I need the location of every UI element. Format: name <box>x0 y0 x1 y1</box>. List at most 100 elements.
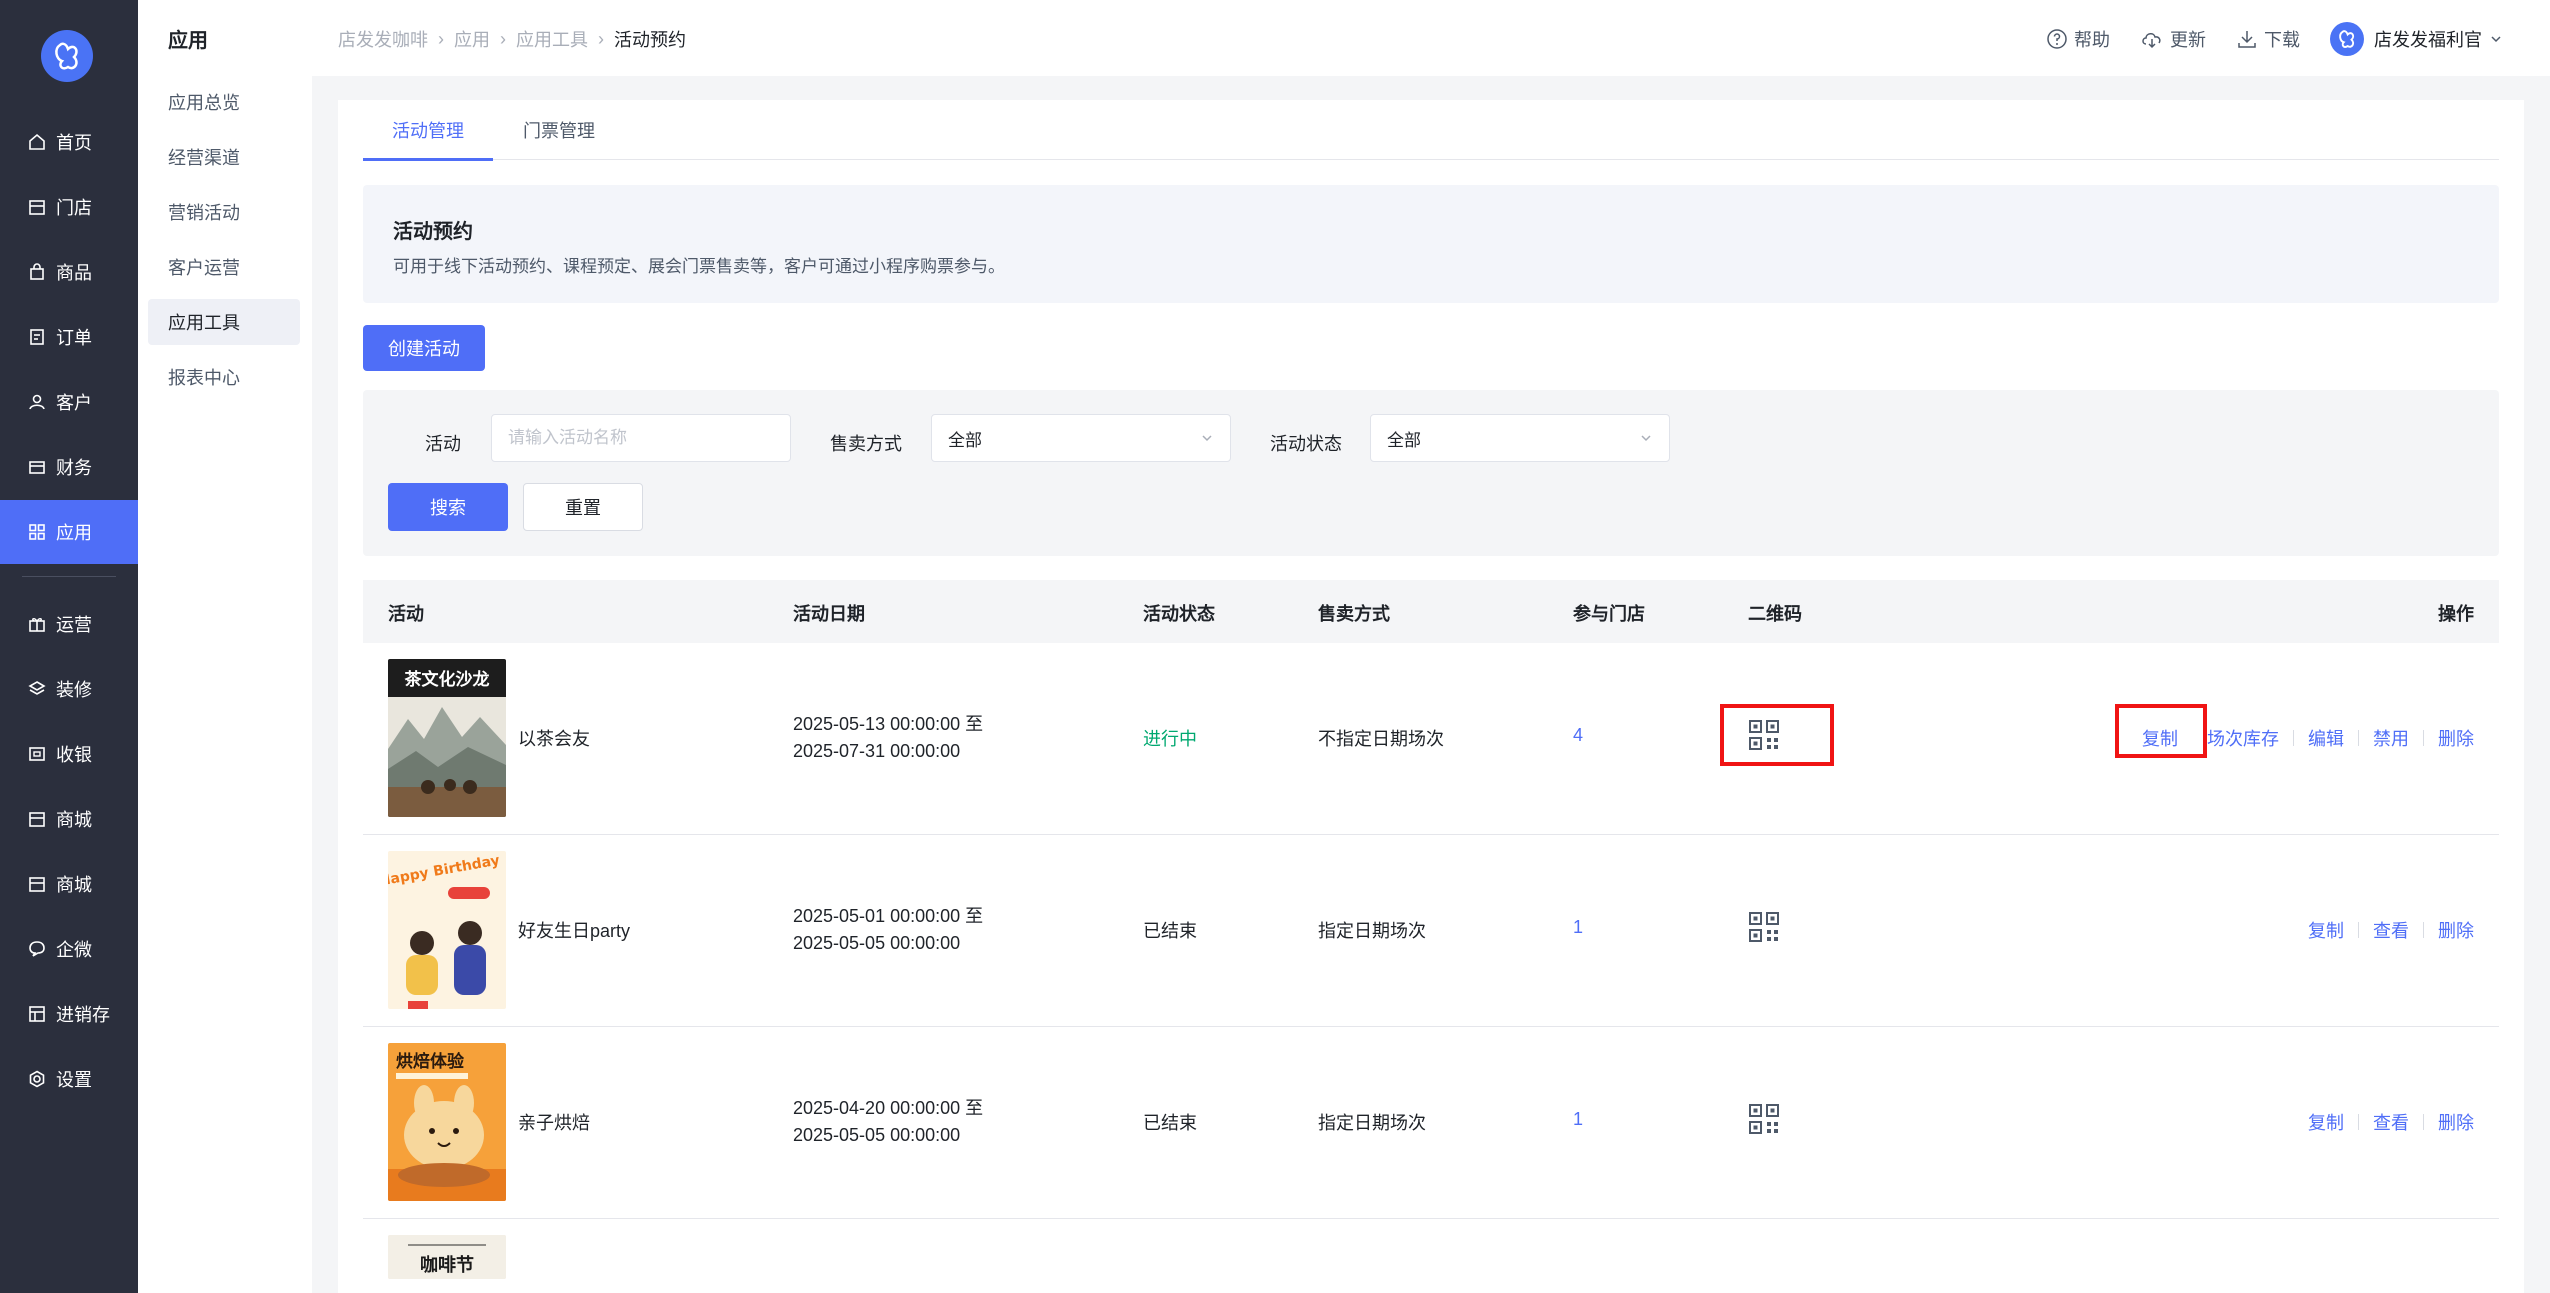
sale-method-select[interactable]: 全部 <box>931 414 1231 462</box>
order-icon <box>28 328 46 346</box>
reset-button[interactable]: 重置 <box>523 483 643 531</box>
nav-orders[interactable]: 订单 <box>0 305 138 369</box>
nav-operations[interactable]: 运营 <box>0 592 138 656</box>
view-button[interactable]: 查看 <box>2373 1109 2409 1135</box>
nav-settings[interactable]: 设置 <box>0 1047 138 1111</box>
chat-icon <box>28 940 46 958</box>
apps-icon <box>28 523 46 541</box>
chevron-right-icon: › <box>598 28 604 49</box>
date-start: 2025-05-13 00:00:00 至 <box>793 714 984 734</box>
nav-decorate[interactable]: 装修 <box>0 657 138 721</box>
activity-table: 活动 活动日期 活动状态 售卖方式 参与门店 二维码 操作 茶文化沙龙 以茶会友… <box>363 580 2499 1279</box>
nav-wecom[interactable]: 企微 <box>0 917 138 981</box>
subnav-item-channels[interactable]: 经营渠道 <box>148 134 300 180</box>
status-badge: 已结束 <box>1143 921 1197 941</box>
activity-filter-label: 活动 <box>425 434 461 454</box>
nav-label: 应用 <box>56 523 92 543</box>
chevron-down-icon <box>1202 435 1212 442</box>
avatar <box>2330 22 2364 56</box>
nav-label: 客户 <box>56 393 92 413</box>
app-logo[interactable] <box>41 30 93 82</box>
column-header: 参与门店 <box>1573 604 1645 624</box>
action-separator <box>2423 922 2424 938</box>
intro-description: 可用于线下活动预约、课程预定、展会门票售卖等，客户可通过小程序购票参与。 <box>393 257 1005 276</box>
subnav-item-overview[interactable]: 应用总览 <box>148 79 300 125</box>
tab-ticket-management[interactable]: 门票管理 <box>523 100 595 160</box>
top-actions: 帮助 更新 下载 店发发福利官 <box>2016 22 2502 56</box>
view-button[interactable]: 查看 <box>2373 917 2409 943</box>
delete-button[interactable]: 删除 <box>2438 917 2474 943</box>
nav-products[interactable]: 商品 <box>0 240 138 304</box>
table-row: 茶文化沙龙 以茶会友 2025-05-13 00:00:00 至 2025-07… <box>363 643 2499 835</box>
chevron-right-icon: › <box>438 28 444 49</box>
disable-button[interactable]: 禁用 <box>2373 725 2409 751</box>
mall-icon <box>28 810 46 828</box>
nav-apps[interactable]: 应用 <box>0 500 138 564</box>
top-bar: 店发发咖啡 › 应用 › 应用工具 › 活动预约 帮助 更新 下载 店发发福利官 <box>312 0 2550 76</box>
activity-date: 2025-04-20 00:00:00 至 2025-05-05 00:00:0… <box>793 1095 983 1149</box>
copy-button[interactable]: 复制 <box>2308 1109 2344 1135</box>
column-header: 操作 <box>2438 604 2474 624</box>
nav-customers[interactable]: 客户 <box>0 370 138 434</box>
activity-date: 2025-05-01 00:00:00 至 2025-05-05 00:00:0… <box>793 903 983 957</box>
subnav-item-app-tools[interactable]: 应用工具 <box>148 299 300 345</box>
wallet-icon <box>28 458 46 476</box>
intro-title: 活动预约 <box>393 221 473 243</box>
nav-home[interactable]: 首页 <box>0 110 138 174</box>
qrcode-icon[interactable] <box>1748 1103 1780 1140</box>
sale-method: 不指定日期场次 <box>1318 729 1444 749</box>
nav-label: 订单 <box>56 328 92 348</box>
copy-button[interactable]: 复制 <box>2308 917 2344 943</box>
column-header: 二维码 <box>1748 604 1802 624</box>
tab-activity-management[interactable]: 活动管理 <box>363 100 493 161</box>
store-count-link[interactable]: 1 <box>1573 917 1583 938</box>
tab-label: 活动管理 <box>392 121 464 141</box>
poster-text: 咖啡节 <box>420 1254 474 1276</box>
sale-method: 指定日期场次 <box>1318 1113 1426 1133</box>
help-button[interactable]: 帮助 <box>2046 26 2110 52</box>
cashier-icon <box>28 745 46 763</box>
subnav-item-reports[interactable]: 报表中心 <box>148 354 300 400</box>
edit-button[interactable]: 编辑 <box>2308 725 2344 751</box>
action-separator <box>2423 730 2424 746</box>
session-stock-button[interactable]: 场次库存 <box>2207 725 2279 751</box>
tab-label: 门票管理 <box>523 121 595 141</box>
create-activity-button[interactable]: 创建活动 <box>363 325 485 371</box>
activity-poster-image: 咖啡节 <box>388 1235 506 1279</box>
nav-cashier[interactable]: 收银 <box>0 722 138 786</box>
column-header: 活动状态 <box>1143 604 1215 624</box>
sale-method: 指定日期场次 <box>1318 921 1426 941</box>
breadcrumb-item[interactable]: 店发发咖啡 <box>338 26 428 52</box>
chevron-down-icon <box>2491 36 2501 43</box>
search-button[interactable]: 搜索 <box>388 483 508 531</box>
action-separator <box>2293 730 2294 746</box>
nav-label: 收银 <box>56 745 92 765</box>
store-icon <box>28 198 46 216</box>
delete-button[interactable]: 删除 <box>2438 725 2474 751</box>
nav-mall-1[interactable]: 商城 <box>0 787 138 851</box>
delete-button[interactable]: 删除 <box>2438 1109 2474 1135</box>
nav-label: 首页 <box>56 133 92 153</box>
update-button[interactable]: 更新 <box>2140 26 2206 52</box>
subnav-item-marketing[interactable]: 营销活动 <box>148 189 300 235</box>
store-count-link[interactable]: 1 <box>1573 1109 1583 1130</box>
activity-search-input[interactable] <box>491 414 791 462</box>
nav-inventory[interactable]: 进销存 <box>0 982 138 1046</box>
nav-label: 商城 <box>56 810 92 830</box>
download-button[interactable]: 下载 <box>2236 26 2300 52</box>
activity-name: 亲子烘焙 <box>518 1113 590 1133</box>
breadcrumb-item[interactable]: 应用工具 <box>516 26 588 52</box>
activity-status-select[interactable]: 全部 <box>1370 414 1670 462</box>
chevron-right-icon: › <box>500 28 506 49</box>
nav-finance[interactable]: 财务 <box>0 435 138 499</box>
subnav-item-customer-ops[interactable]: 客户运营 <box>148 244 300 290</box>
breadcrumb-item[interactable]: 应用 <box>454 26 490 52</box>
download-icon <box>2238 31 2256 48</box>
action-separator <box>2358 922 2359 938</box>
store-count-link[interactable]: 4 <box>1573 725 1583 746</box>
qrcode-icon[interactable] <box>1748 911 1780 948</box>
user-menu[interactable]: 店发发福利官 <box>2330 22 2502 56</box>
nav-label: 商城 <box>56 875 92 895</box>
nav-mall-2[interactable]: 商城 <box>0 852 138 916</box>
nav-store[interactable]: 门店 <box>0 175 138 239</box>
